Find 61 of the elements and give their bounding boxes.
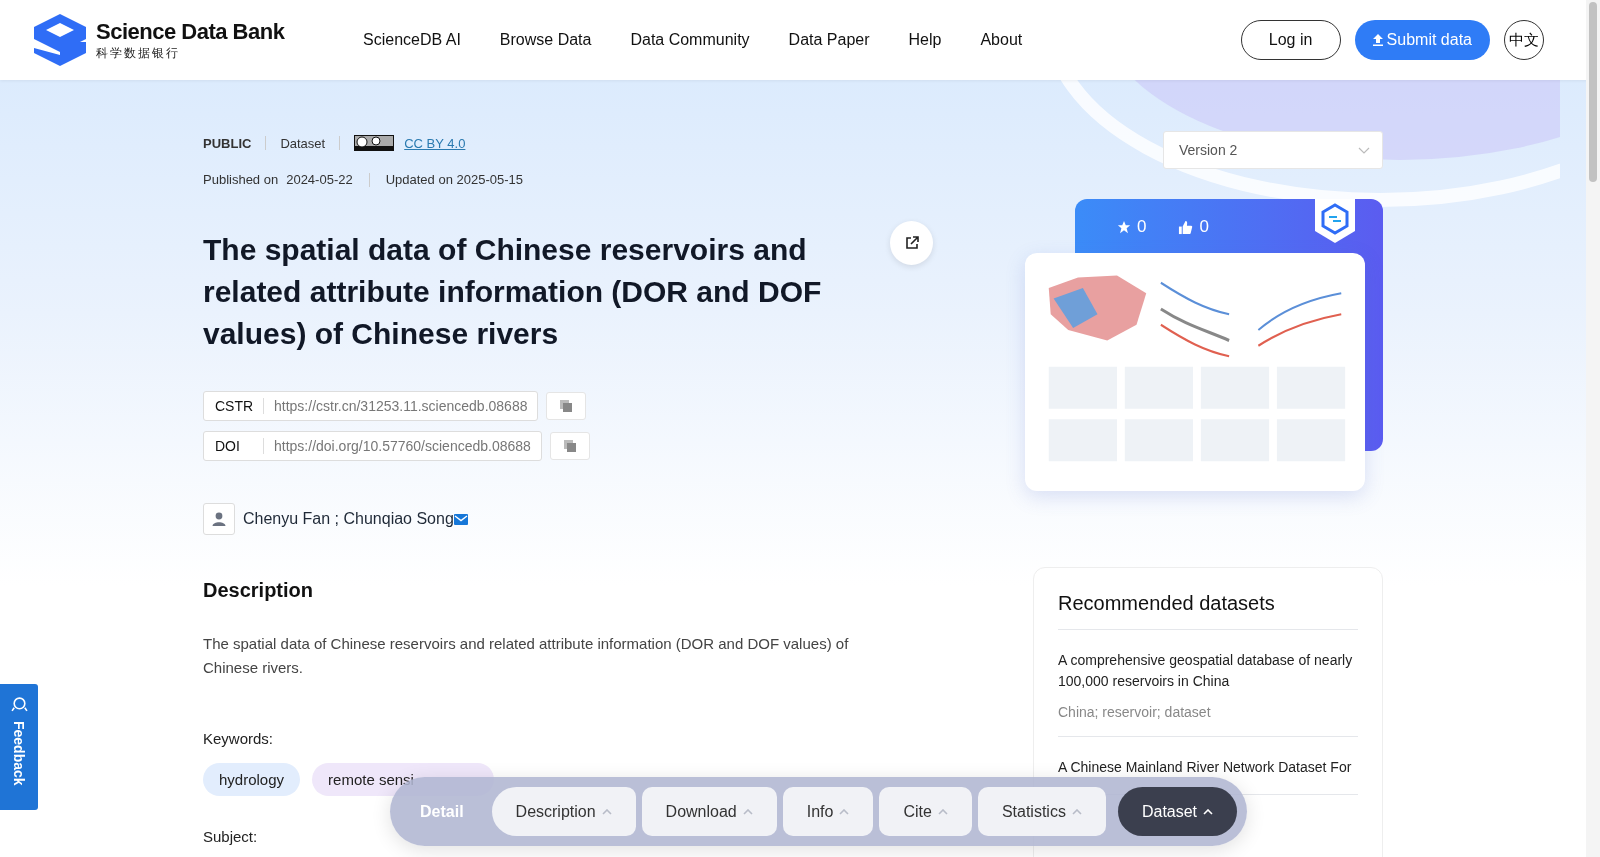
published-date: 2024-05-22 [286,172,353,187]
description-heading: Description [203,579,315,602]
nav-link[interactable]: Data Paper [788,31,870,49]
description-text: The spatial data of Chinese reservoirs and related attribute information (DOR and DOF values) of Chinese rivers. [203,634,850,678]
license-icon [354,135,395,151]
copy-button[interactable] [549,432,590,460]
nav-link[interactable]: About [980,31,1023,49]
dataset-title: The spatial data of Chinese reservoirs and related attribute information (DOR and DOF values) of Chinese rivers [203,232,823,352]
copy-icon [559,399,574,413]
nav-link[interactable]: Data Community [630,31,750,49]
upload-icon [1372,34,1383,46]
caret-up-icon [601,808,612,815]
star-icon[interactable] [1117,220,1131,234]
avatar-icon [203,503,235,535]
submit-button[interactable]: Submit data [1354,20,1490,60]
access-label: PUBLIC [203,135,252,151]
license-link[interactable]: CC BY 4.0 [404,135,466,151]
recommended-link[interactable]: A comprehensive geospatial database of nearly 100,000 reservoirs in China [1058,650,1358,692]
nav-link[interactable]: Help [908,31,942,49]
author-names: Chenyu Fan ; Chunqiao Song [243,510,454,528]
type-label: Dataset [280,135,326,151]
nav-link[interactable]: ScienceDB AI [363,31,461,49]
identifier-field[interactable]: CSTR https://cstr.cn/31253.11.sciencedb.08688 [203,391,539,421]
login-button[interactable]: Log in [1240,20,1341,60]
section-tab[interactable]: Statistics [977,787,1106,836]
updated-date: Updated on 2025-05-15 [385,172,523,187]
nav-link[interactable]: Browse Data [499,31,592,49]
published-label: Published on [203,172,279,187]
caret-up-icon [1071,808,1082,815]
copy-icon [562,439,577,453]
recommended-tags: China; reservoir; dataset [1058,704,1358,720]
section-tab[interactable]: Description [491,787,636,836]
recommended-heading: Recommended datasets [1058,592,1358,630]
recommended-link[interactable]: A Chinese Mainland River Network Dataset For [1058,757,1358,778]
logo-subtitle: 科学数据银行 [96,44,181,62]
feedback-tab[interactable]: Feedback [0,684,38,810]
chevron-down-icon [1358,146,1370,154]
toolbar-label: Detail [420,802,464,821]
logo-icon [32,12,88,68]
share-icon [903,235,920,251]
section-tab[interactable]: Dataset [1117,787,1238,836]
caret-up-icon [937,808,948,815]
keyword-tag[interactable]: hydrology [203,763,301,796]
caret-up-icon [742,808,753,815]
share-button[interactable] [890,221,933,265]
language-button[interactable]: 中文 [1504,20,1544,60]
caret-up-icon [839,808,850,815]
identifier-field[interactable]: DOI https://doi.org/10.57760/sciencedb.08688 [203,431,542,461]
thumbs-up-icon[interactable] [1178,219,1194,235]
keywords-label: Keywords: [203,730,275,747]
like-count: 0 [1199,217,1209,237]
section-tab[interactable]: Cite [879,787,972,836]
mail-icon[interactable] [453,513,468,525]
copy-button[interactable] [546,392,587,420]
logo-name: Science Data Bank [96,18,285,45]
favorite-count: 0 [1137,217,1147,237]
version-select[interactable]: Version 2 [1163,131,1383,169]
subject-label: Subject: [203,828,258,845]
section-tab[interactable]: Info [782,787,874,836]
caret-up-icon [1203,808,1214,815]
section-tab[interactable]: Download [641,787,777,836]
